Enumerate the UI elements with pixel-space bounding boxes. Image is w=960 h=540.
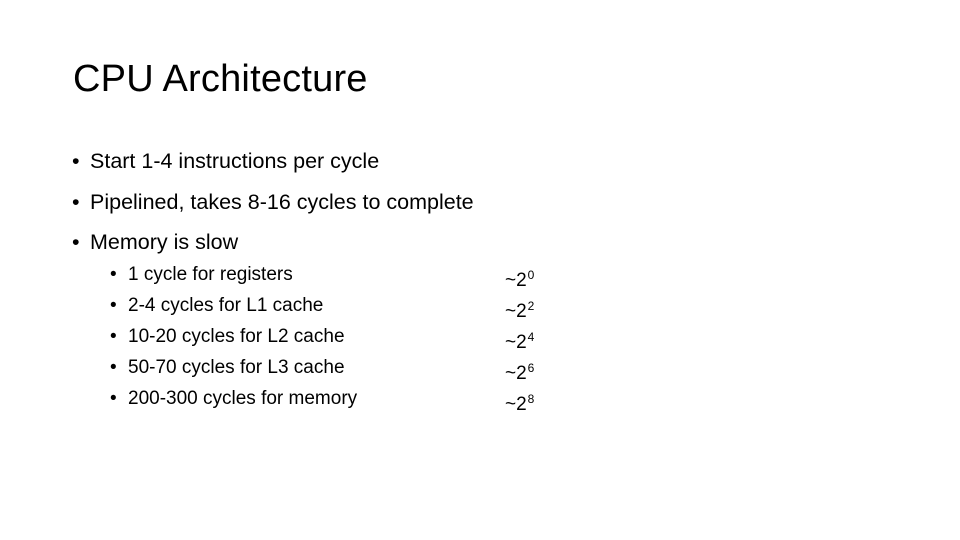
slide-title: CPU Architecture — [73, 58, 368, 100]
bullet-dot: • — [72, 149, 80, 173]
exponent: 2 — [527, 299, 535, 313]
bullet-dot: • — [72, 190, 80, 214]
bullet-text: Pipelined, takes 8-16 cycles to complete — [90, 190, 474, 214]
sub-bullet-text: 50-70 cycles for L3 cache — [128, 357, 345, 378]
exponent: 8 — [527, 392, 535, 406]
bullet-text: Start 1-4 instructions per cycle — [90, 149, 380, 173]
bullet-text: Memory is slow — [90, 230, 239, 254]
bullet-item: • Memory is slow — [72, 229, 238, 256]
approx-base: ~2 — [505, 332, 527, 353]
bullet-dot: • — [110, 295, 117, 316]
bullet-dot: • — [110, 326, 117, 347]
sub-bullet-item: • 1 cycle for registers — [110, 263, 293, 287]
exponent: 6 — [527, 361, 535, 375]
exponent: 4 — [527, 330, 535, 344]
approx-base: ~2 — [505, 301, 527, 322]
bullet-dot: • — [110, 357, 117, 378]
latency-estimate: ~20 — [505, 263, 534, 293]
latency-estimate: ~26 — [505, 356, 534, 386]
sub-bullet-item: • 50-70 cycles for L3 cache — [110, 356, 345, 380]
sub-bullet-item: • 10-20 cycles for L2 cache — [110, 325, 345, 349]
sub-bullet-text: 1 cycle for registers — [128, 264, 293, 285]
bullet-item: • Start 1-4 instructions per cycle — [72, 148, 379, 175]
bullet-dot: • — [110, 388, 117, 409]
bullet-dot: • — [110, 264, 117, 285]
approx-base: ~2 — [505, 270, 527, 291]
bullet-item: • Pipelined, takes 8-16 cycles to complet… — [72, 189, 474, 216]
latency-estimate: ~24 — [505, 325, 534, 355]
latency-estimate: ~28 — [505, 387, 534, 417]
sub-bullet-item: • 200-300 cycles for memory — [110, 387, 357, 411]
bullet-dot: • — [72, 230, 80, 254]
sub-bullet-text: 10-20 cycles for L2 cache — [128, 326, 345, 347]
sub-bullet-item: • 2-4 cycles for L1 cache — [110, 294, 323, 318]
latency-estimate: ~22 — [505, 294, 534, 324]
sub-bullet-text: 2-4 cycles for L1 cache — [128, 295, 324, 316]
sub-bullet-text: 200-300 cycles for memory — [128, 388, 358, 409]
approx-base: ~2 — [505, 363, 527, 384]
exponent: 0 — [527, 268, 535, 282]
approx-base: ~2 — [505, 394, 527, 415]
